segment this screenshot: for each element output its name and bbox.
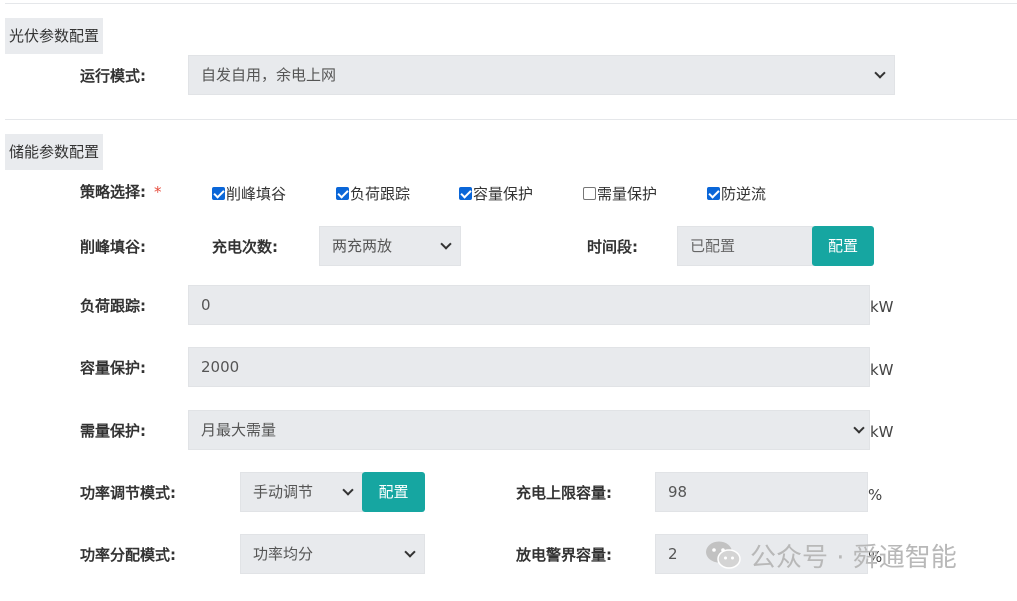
run-mode-value: 自发自用，余电上网 [201, 66, 337, 84]
checkbox-checked-icon[interactable] [212, 187, 225, 200]
power-dist-value: 功率均分 [253, 545, 314, 563]
section-divider [5, 119, 1017, 120]
chevron-down-icon [853, 422, 865, 434]
power-adjust-config-button[interactable]: 配置 [362, 472, 425, 512]
demand-select[interactable]: 月最大需量 [188, 410, 870, 450]
load-tracking-input[interactable]: 0 [188, 285, 870, 325]
chevron-down-icon [440, 238, 452, 250]
peak-valley-label: 削峰填谷: [80, 238, 146, 256]
demand-value: 月最大需量 [201, 421, 277, 439]
checkbox-checked-icon[interactable] [707, 187, 720, 200]
capacity-input[interactable]: 2000 [188, 347, 870, 387]
demand-unit: kW [870, 423, 894, 441]
checkbox-checked-icon[interactable] [459, 187, 472, 200]
discharge-alarm-label: 放电警界容量: [516, 546, 612, 564]
strategy-checkbox-load-tracking[interactable]: 负荷跟踪 [336, 184, 410, 204]
load-tracking-unit: kW [870, 298, 894, 316]
checkbox-unchecked-icon[interactable] [583, 187, 596, 200]
load-tracking-label: 负荷跟踪: [80, 297, 146, 315]
charge-limit-label: 充电上限容量: [516, 484, 612, 502]
power-dist-label: 功率分配模式: [80, 546, 176, 564]
charge-limit-unit: % [868, 486, 883, 504]
checkbox-checked-icon[interactable] [336, 187, 349, 200]
watermark: 公众号 · 舜通智能 [704, 540, 957, 576]
run-mode-select[interactable]: 自发自用，余电上网 [188, 55, 895, 95]
chevron-down-icon [874, 67, 886, 79]
strategy-checkbox-capacity[interactable]: 容量保护 [459, 184, 533, 204]
top-divider [5, 3, 1017, 4]
strategy-label: 策略选择: * [80, 183, 162, 201]
demand-label: 需量保护: [80, 422, 146, 440]
capacity-label: 容量保护: [80, 359, 146, 377]
time-period-config-button[interactable]: 配置 [812, 226, 874, 266]
time-period-label: 时间段: [587, 238, 638, 256]
ess-section-title: 储能参数配置 [5, 134, 104, 170]
charge-limit-input[interactable]: 98 [655, 472, 868, 512]
charge-times-label: 充电次数: [212, 238, 278, 256]
power-dist-select[interactable]: 功率均分 [240, 534, 425, 574]
capacity-unit: kW [870, 361, 894, 379]
time-period-input[interactable]: 已配置 [677, 226, 813, 266]
wechat-icon [706, 541, 741, 569]
chevron-down-icon [342, 484, 354, 496]
power-adjust-select[interactable]: 手动调节 [240, 472, 363, 512]
strategy-checkbox-demand[interactable]: 需量保护 [583, 184, 657, 204]
watermark-text: 公众号 · 舜通智能 [750, 543, 957, 573]
strategy-checkbox-peak-valley[interactable]: 削峰填谷 [212, 184, 286, 204]
charge-times-value: 两充两放 [332, 237, 393, 255]
strategy-checkbox-anti-backflow[interactable]: 防逆流 [707, 184, 766, 204]
power-adjust-label: 功率调节模式: [80, 484, 176, 502]
run-mode-label: 运行模式: [80, 67, 146, 85]
power-adjust-value: 手动调节 [253, 483, 314, 501]
chevron-down-icon [404, 546, 416, 558]
pv-section-title: 光伏参数配置 [5, 18, 104, 54]
charge-times-select[interactable]: 两充两放 [319, 226, 461, 266]
required-mark: * [154, 183, 162, 201]
